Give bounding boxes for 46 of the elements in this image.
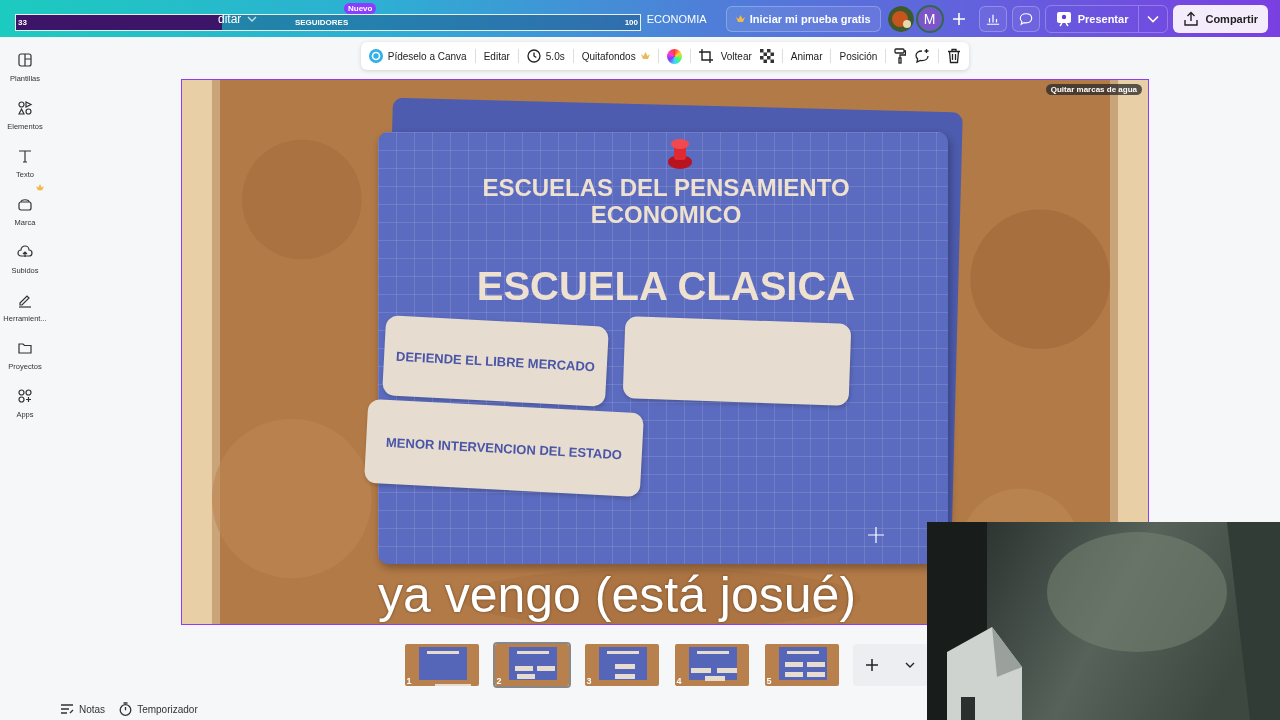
progress-start: 33 (18, 18, 27, 27)
plus-icon[interactable] (865, 658, 880, 672)
delete-icon[interactable] (947, 48, 962, 64)
presentation-icon (1055, 10, 1072, 27)
comment-icon (1018, 10, 1033, 27)
sidebar-icon (17, 196, 33, 212)
notes-button[interactable]: Notas (60, 702, 106, 716)
progress-label: SEGUIDORES (294, 18, 349, 27)
crown-icon (735, 14, 745, 23)
toolbar-button[interactable]: Posición (839, 50, 878, 62)
ai-assistant-button[interactable]: Pídeselo a Canva (368, 49, 467, 63)
sidebar-icon (17, 340, 33, 356)
progress-end: 100 (624, 18, 638, 27)
caret-icon[interactable] (904, 662, 915, 668)
avatar[interactable]: M (915, 4, 944, 33)
comment-button[interactable] (1011, 5, 1040, 32)
timer-button[interactable]: Temporizador (119, 702, 198, 716)
sidebar-icon (17, 100, 33, 116)
toolbar-button[interactable]: Editar (483, 50, 510, 62)
canva-logo-icon (368, 49, 383, 63)
crop-icon[interactable] (698, 49, 713, 63)
duration-button[interactable]: 5.0s (526, 49, 565, 63)
sidebar-icon (17, 52, 33, 68)
transparency-icon[interactable] (759, 49, 774, 63)
crown-icon (640, 52, 650, 60)
caret-icon (247, 15, 258, 22)
share-icon (1183, 10, 1200, 27)
paint-roller-icon[interactable] (894, 48, 907, 64)
avatar[interactable] (887, 5, 914, 32)
insights-button[interactable] (978, 5, 1007, 32)
new-badge: Nuevo (344, 3, 377, 14)
notes-icon (60, 703, 74, 715)
clock-icon (526, 49, 541, 63)
sidebar-icon (17, 244, 33, 260)
share-button[interactable]: Compartir (1173, 4, 1268, 33)
add-comment-icon[interactable] (914, 48, 931, 64)
document-title[interactable]: ECONOMIA (646, 12, 707, 25)
edit-menu[interactable]: ditar (218, 11, 242, 26)
toolbar-button[interactable]: Voltear (720, 50, 752, 62)
trial-button[interactable]: Iniciar mi prueba gratis (725, 5, 881, 32)
timer-icon (119, 702, 133, 716)
background-remover-button[interactable]: Quitafondos (581, 50, 650, 62)
sidebar-icon (17, 388, 33, 404)
sidebar-icon (17, 148, 33, 164)
toolbar-button[interactable]: Animar (790, 50, 823, 62)
color-picker-button[interactable] (666, 48, 682, 64)
